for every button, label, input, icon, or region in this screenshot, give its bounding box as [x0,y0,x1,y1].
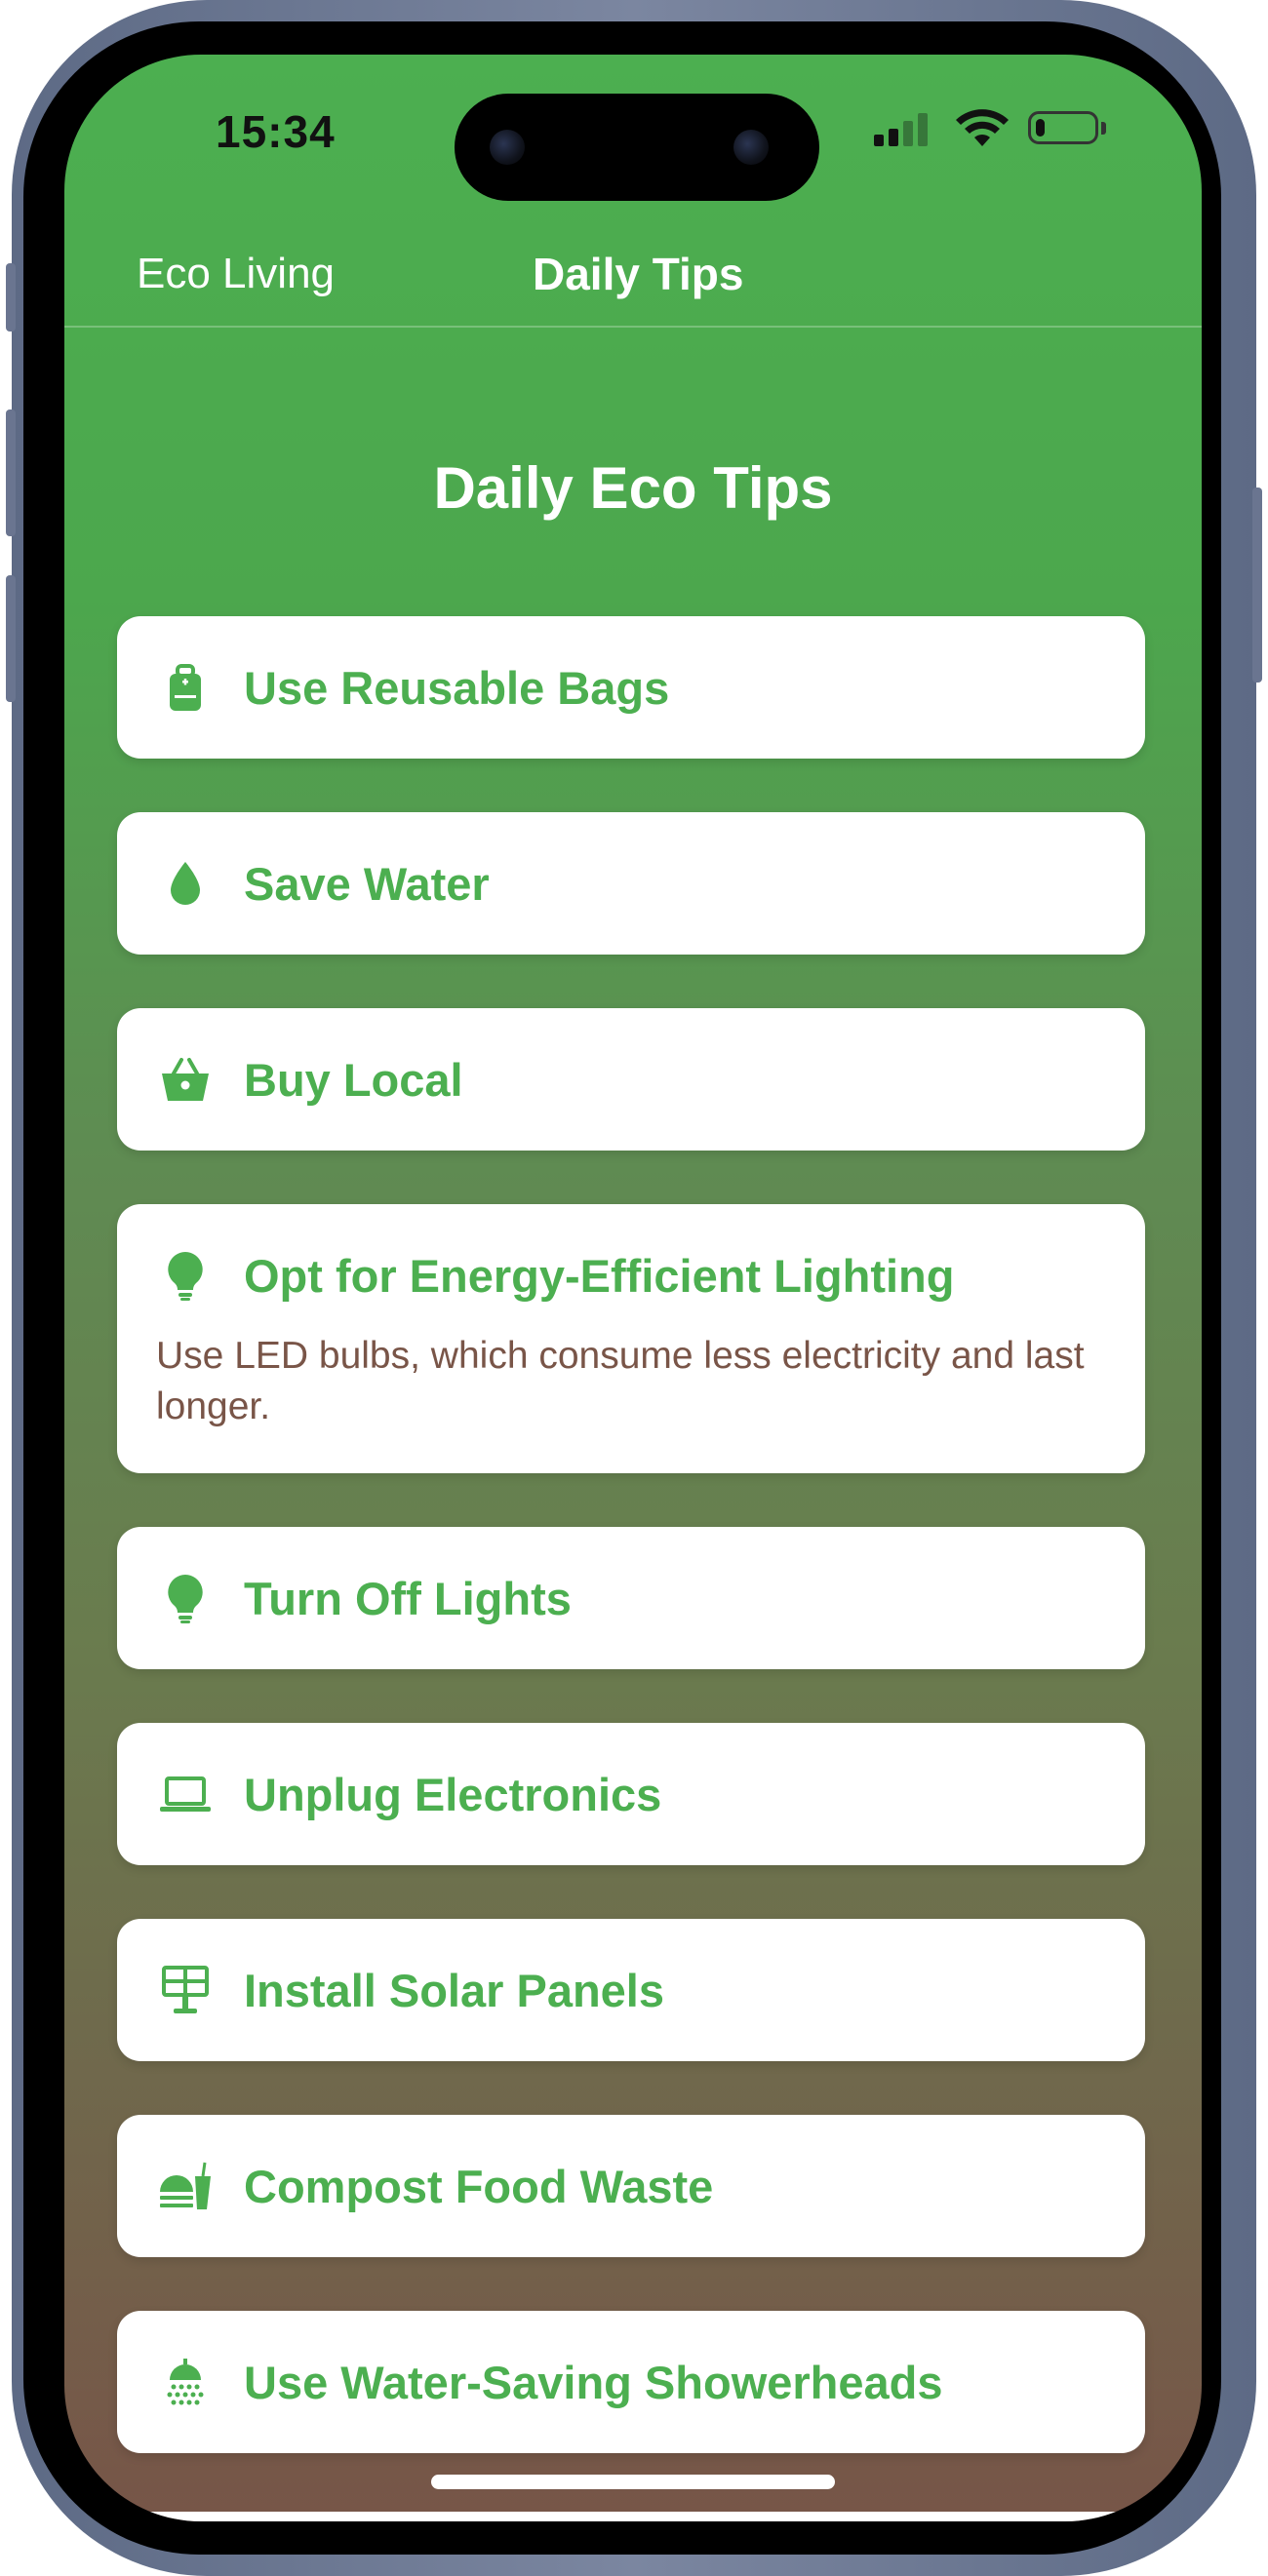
status-bar: 15:34 [64,55,1202,211]
tip-card[interactable]: Compost Food Waste [117,2115,1145,2257]
battery-level-fill [1036,119,1045,137]
nav-title: Daily Tips [533,249,744,299]
tip-title: Buy Local [244,1053,463,1106]
tip-description: Use LED bulbs, which consume less electr… [156,1335,1085,1427]
status-time: 15:34 [216,106,336,157]
tip-card[interactable]: Opt for Energy-Efficient Lighting Use LED… [117,1204,1145,1473]
page-title: Daily Eco Tips [433,455,833,521]
dynamic-island [455,94,819,201]
sensor-icon [733,130,769,165]
laptop-icon [156,1765,215,1823]
tip-title: Use Water-Saving Showerheads [244,2356,943,2408]
tip-card[interactable]: Unplug Electronics [117,1723,1145,1865]
tip-header: Turn Off Lights [156,1527,572,1669]
tip-card[interactable]: Turn Off Lights [117,1527,1145,1669]
tip-card[interactable]: Buy Local [117,1008,1145,1151]
cellular-signal-icon [874,111,934,146]
home-indicator[interactable] [431,2475,835,2489]
battery-icon [1028,111,1098,144]
tip-card[interactable]: Install Solar Panels [117,1919,1145,2061]
water-drop-icon [156,854,215,913]
front-camera-icon [490,130,525,165]
lightbulb-icon [156,1246,215,1305]
tip-title: Use Reusable Bags [244,661,670,714]
food-waste-icon [156,2157,215,2215]
tip-card[interactable]: Save Water [117,812,1145,955]
backpack-icon [156,658,215,717]
tip-header: Unplug Electronics [156,1723,661,1865]
lightbulb-icon [156,1569,215,1627]
action-button [6,263,16,332]
tip-title: Unplug Electronics [244,1768,662,1820]
back-button[interactable]: Eco Living [137,250,335,298]
tip-title: Turn Off Lights [244,1572,572,1624]
next-card-edge [117,2512,1145,2521]
tips-list: Use Reusable Bags Save Water Buy Local Opt … [117,616,1145,2507]
tip-header: Opt for Energy-Efficient Lighting [156,1204,954,1347]
tip-header: Install Solar Panels [156,1919,664,2061]
tip-header: Buy Local [156,1008,463,1151]
solar-panel-icon [156,1961,215,2019]
battery-tip [1101,122,1106,135]
tip-card[interactable]: Use Water-Saving Showerheads [117,2311,1145,2453]
tip-title: Opt for Energy-Efficient Lighting [244,1249,955,1302]
tip-header: Use Water-Saving Showerheads [156,2311,943,2453]
shopping-basket-icon [156,1050,215,1109]
tip-title: Install Solar Panels [244,1964,665,2016]
tip-header: Save Water [156,812,490,955]
power-button [1252,488,1262,683]
tip-card[interactable]: Use Reusable Bags [117,616,1145,759]
volume-up-button [6,410,16,536]
volume-down-button [6,575,16,702]
tip-title: Save Water [244,857,490,910]
screen: 15:34 Eco Living Daily Tips Daily Eco Ti… [64,55,1202,2521]
tip-header: Compost Food Waste [156,2115,713,2257]
navigation-bar: Eco Living Daily Tips [64,211,1202,328]
wifi-icon [956,109,1009,146]
tip-header: Use Reusable Bags [156,616,669,759]
tip-title: Compost Food Waste [244,2160,714,2212]
shower-icon [156,2353,215,2411]
